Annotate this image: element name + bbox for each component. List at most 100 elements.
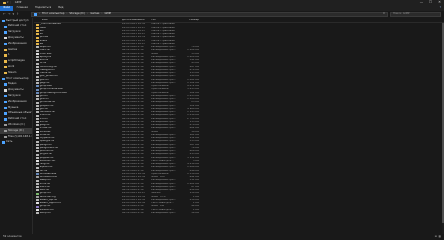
sidebar-item-label: Storage (D:) <box>7 128 24 132</box>
file-name: data <box>39 26 46 29</box>
file-name: pangocairo.dll <box>39 146 59 149</box>
file-name-cell: pixman.dll <box>34 150 122 153</box>
file-date: 08.11.2020 0:59 <box>122 185 144 188</box>
forward-arrow-icon[interactable]: → <box>8 12 11 16</box>
dll-file-icon <box>36 108 39 111</box>
file-name-cell: share <box>34 40 122 43</box>
file-date: 08.11.2020 0:59 <box>122 59 144 62</box>
sidebar-item-label: work <box>7 64 15 68</box>
file-name-cell: zlib1.dll <box>34 186 122 189</box>
view-switcher: ☰ ▦ <box>435 235 444 239</box>
file-date: 08.11.2020 0:59 <box>122 49 144 52</box>
file-date: 28.03.2021 18:47 <box>122 29 146 32</box>
file-size: 1 288 КБ <box>187 98 199 101</box>
chevron-right-icon: › <box>101 12 103 16</box>
file-type: Папка с файлами <box>151 23 175 26</box>
drive-icon <box>4 129 7 133</box>
column-header-size[interactable]: Размер <box>179 19 199 22</box>
sidebar-item-label: Изображения <box>7 99 27 103</box>
breadcrumb-this-pc[interactable]: Этот компьютер <box>42 13 65 16</box>
file-size: 4 210 КБ <box>187 163 199 166</box>
file-size: 1 010 КБ <box>187 114 199 117</box>
file-name: glib.dll <box>39 98 49 101</box>
file-type: Расширение при... <box>151 166 177 169</box>
file-name: wimp.dll <box>39 211 51 214</box>
file-date: 08.11.2020 0:59 <box>122 163 144 166</box>
file-name-cell: data <box>34 27 122 30</box>
search-input[interactable]: Поиск: GIMP <box>390 12 441 17</box>
column-header-type[interactable]: Тип <box>151 19 179 22</box>
back-arrow-icon[interactable]: ← <box>3 12 6 16</box>
tab-share[interactable]: Поделиться <box>31 7 54 10</box>
exe-file-icon <box>36 88 39 91</box>
sidebar-item-label: 1 <box>7 53 10 57</box>
sidebar-item[interactable]: Сеть <box>0 140 32 146</box>
file-name-cell: _CommonRedist <box>34 23 122 26</box>
file-size: 4 968 КБ <box>187 107 199 110</box>
recent-chevron-icon[interactable]: ▾ <box>13 12 15 16</box>
refresh-icon[interactable]: ⟳ <box>383 13 385 16</box>
file-name: etc <box>39 29 44 32</box>
tab-view[interactable]: Вид <box>55 7 67 10</box>
file-name-cell: README.txt <box>34 160 122 163</box>
file-row[interactable]: wimp.dll 08.11.2020 0:59 Расширение при...… <box>34 212 444 215</box>
sidebar-item-label: scriptImages <box>7 59 25 63</box>
file-name: gtk.dll <box>39 107 48 110</box>
breadcrumb-games[interactable]: Games <box>90 13 99 16</box>
dll-file-icon <box>36 56 39 59</box>
file-name: fontconfig.dll <box>39 65 57 68</box>
details-view-icon[interactable]: ☰ <box>435 235 437 239</box>
chevron-down-icon[interactable]: ▾ <box>7 1 8 5</box>
file-type: Расширение при... <box>151 78 177 81</box>
window-title: GIMP <box>14 0 22 4</box>
file-name-cell: sqlite3.dll <box>34 166 122 169</box>
file-name-cell: icu.dll <box>34 118 122 121</box>
file-name: png16.dll <box>39 153 52 156</box>
file-name: launcher.cfg <box>39 195 56 198</box>
file-name-cell: gimp-debug-tool.exe <box>34 92 122 95</box>
file-name: unins000.dat <box>39 176 57 179</box>
file-name-cell: gobject.dll <box>34 105 122 108</box>
file-name-cell: launcher.cfg <box>34 196 122 199</box>
address-input[interactable]: › Этот компьютер › Storage (D:) › Games … <box>31 12 388 17</box>
dll-file-icon <box>36 134 39 137</box>
exe-file-icon <box>36 91 39 94</box>
folder-icon <box>36 23 39 26</box>
file-name: mypaint.dll <box>39 137 55 140</box>
file-date: 08.11.2020 0:59 <box>122 68 144 71</box>
sidebar-item-label: Games <box>7 47 18 51</box>
file-size: 634 КБ <box>189 189 199 192</box>
help-icon[interactable]: ? <box>440 7 444 10</box>
file-name-cell: version.txt <box>34 209 122 212</box>
folder-icon <box>36 30 39 33</box>
txt-file-icon <box>36 52 39 55</box>
download-icon <box>4 31 7 34</box>
column-header-name[interactable]: Имя <box>34 19 122 22</box>
column-header-date[interactable]: Дата изменения <box>122 19 151 22</box>
file-type: Приложение <box>151 172 169 175</box>
file-name: intl.dll <box>39 120 48 123</box>
file-type: Расширение при... <box>151 55 177 58</box>
file-name-cell: harfbuzz.dll <box>34 111 122 114</box>
file-name-cell: mypaint.dll <box>34 137 122 140</box>
file-size: 1 КБ <box>192 195 199 198</box>
tab-home[interactable]: Главная <box>13 7 31 10</box>
file-type: Расширение при... <box>151 182 177 185</box>
folder-icon <box>36 36 39 39</box>
breadcrumb-gimp[interactable]: GIMP <box>104 13 111 16</box>
file-type: Файл <box>151 130 159 133</box>
file-size: 190 КБ <box>189 75 199 78</box>
scrollbar-thumb[interactable] <box>442 23 444 223</box>
dll-file-icon <box>36 166 39 169</box>
file-name: poppler.dll <box>39 156 54 159</box>
file-name: profile <box>39 36 48 39</box>
file-name-cell: cairo.dll <box>34 49 122 52</box>
large-icons-view-icon[interactable]: ▦ <box>439 235 441 239</box>
dll-file-icon <box>36 62 39 65</box>
file-size: 78 КБ <box>191 46 199 49</box>
dll-file-icon <box>36 156 39 159</box>
breadcrumb-storage[interactable]: Storage (D:) <box>69 13 85 16</box>
file-name: xml2.dll <box>39 182 51 185</box>
up-arrow-icon[interactable]: ↑ <box>16 12 19 16</box>
file-name: iconv.dll <box>39 114 51 117</box>
